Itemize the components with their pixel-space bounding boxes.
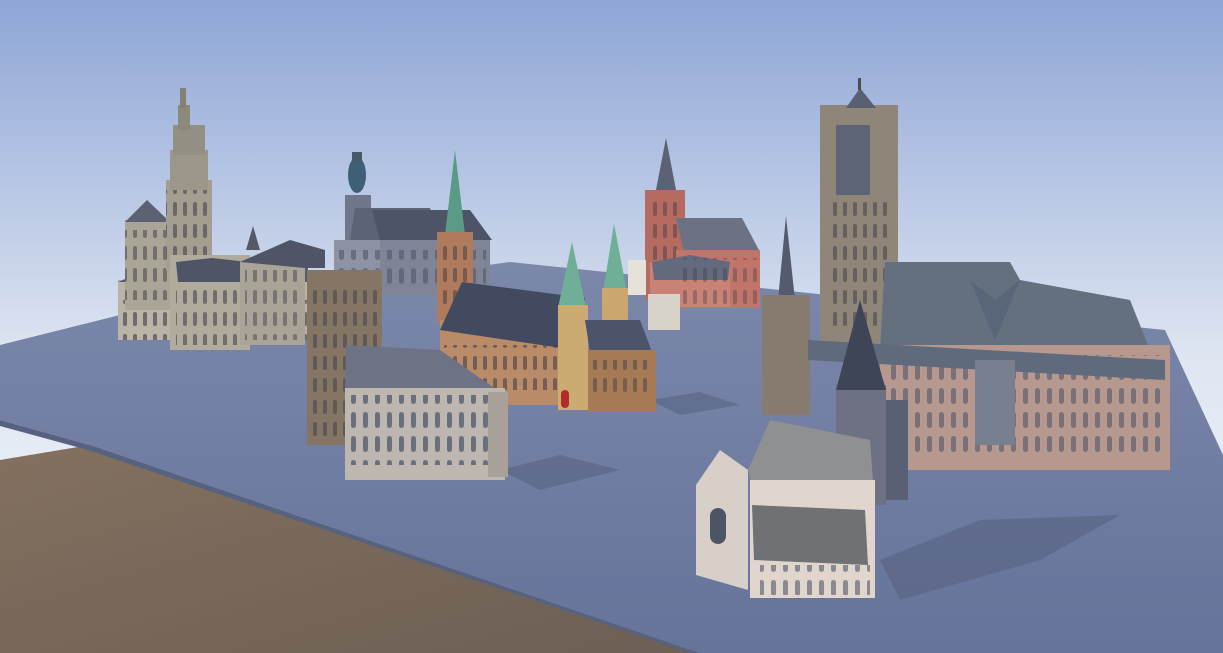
scene-canvas[interactable] (0, 0, 1223, 653)
3d-viewport[interactable] (0, 0, 1223, 653)
